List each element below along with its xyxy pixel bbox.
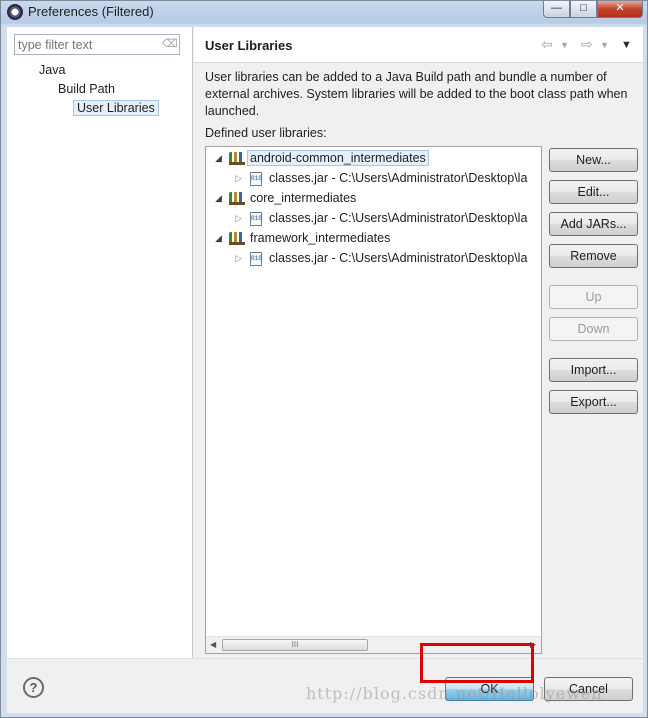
scroll-left-icon[interactable]: ◀	[210, 640, 216, 649]
eclipse-icon	[7, 4, 23, 20]
scroll-thumb[interactable]: III	[222, 639, 368, 651]
expand-triangle-icon[interactable]: ◢	[215, 193, 222, 204]
tree-item-user-libraries[interactable]: User Libraries	[73, 100, 159, 116]
dialog-client: ⌫ Java Build Path User Libraries User Li…	[7, 27, 643, 713]
page-header: User Libraries ⇦ ▼ ⇨ ▼ ▼	[194, 27, 643, 63]
library-icon	[229, 192, 245, 205]
jar-icon: 010	[250, 252, 262, 266]
collapsed-triangle-icon[interactable]: ▷	[235, 173, 242, 184]
jar-path[interactable]: classes.jar - C:\Users\Administrator\Des…	[269, 171, 527, 185]
maximize-button[interactable]: □	[570, 1, 597, 18]
window-title: Preferences (Filtered)	[28, 4, 154, 19]
user-libraries-tree[interactable]: ◢ android-common_intermediates ▷ 010 cla…	[205, 146, 542, 654]
forward-dropdown-icon[interactable]: ▼	[600, 40, 609, 50]
close-button[interactable]: ✕	[597, 1, 643, 18]
filter-box[interactable]: ⌫	[14, 34, 180, 55]
preferences-window: Preferences (Filtered) — □ ✕ ⌫ Java Buil…	[0, 0, 648, 718]
library-name[interactable]: android-common_intermediates	[247, 150, 429, 166]
jar-path[interactable]: classes.jar - C:\Users\Administrator\Des…	[269, 211, 527, 225]
library-row[interactable]: ◢ android-common_intermediates	[206, 149, 540, 169]
new-button[interactable]: New...	[549, 148, 638, 172]
add-jars-button[interactable]: Add JARs...	[549, 212, 638, 236]
view-menu-icon[interactable]: ▼	[621, 39, 632, 51]
jar-icon: 010	[250, 172, 262, 186]
back-dropdown-icon[interactable]: ▼	[560, 40, 569, 50]
page-description: User libraries can be added to a Java Bu…	[205, 70, 628, 118]
clear-filter-icon[interactable]: ⌫	[162, 37, 178, 52]
title-bar[interactable]: Preferences (Filtered) — □ ✕	[1, 1, 648, 23]
back-arrow-icon[interactable]: ⇦	[541, 36, 553, 53]
jar-row[interactable]: ▷ 010 classes.jar - C:\Users\Administrat…	[206, 169, 540, 189]
jar-row[interactable]: ▷ 010 classes.jar - C:\Users\Administrat…	[206, 209, 540, 229]
up-button[interactable]: Up	[549, 285, 638, 309]
library-icon	[229, 232, 245, 245]
down-button[interactable]: Down	[549, 317, 638, 341]
tree-item-java[interactable]: Java	[39, 63, 65, 77]
jar-icon: 010	[250, 212, 262, 226]
library-icon	[229, 152, 245, 165]
watermark: http://blog.csdn.net/Hellolyewen	[306, 684, 603, 703]
page-title: User Libraries	[205, 38, 293, 53]
preference-page: User Libraries ⇦ ▼ ⇨ ▼ ▼ User libraries …	[194, 27, 643, 658]
collapsed-triangle-icon[interactable]: ▷	[235, 213, 242, 224]
import-button[interactable]: Import...	[549, 358, 638, 382]
library-name[interactable]: framework_intermediates	[250, 231, 390, 245]
edit-button[interactable]: Edit...	[549, 180, 638, 204]
help-icon[interactable]: ?	[23, 677, 44, 698]
minimize-button[interactable]: —	[543, 1, 570, 18]
filter-input[interactable]	[18, 37, 160, 53]
collapsed-triangle-icon[interactable]: ▷	[235, 253, 242, 264]
remove-button[interactable]: Remove	[549, 244, 638, 268]
jar-row[interactable]: ▷ 010 classes.jar - C:\Users\Administrat…	[206, 249, 540, 269]
library-row[interactable]: ◢ framework_intermediates	[206, 229, 540, 249]
library-name[interactable]: core_intermediates	[250, 191, 356, 205]
jar-path[interactable]: classes.jar - C:\Users\Administrator\Des…	[269, 251, 527, 265]
ok-highlight-box	[420, 643, 534, 683]
expand-triangle-icon[interactable]: ◢	[215, 233, 222, 244]
expand-triangle-icon[interactable]: ◢	[215, 153, 222, 164]
export-button[interactable]: Export...	[549, 390, 638, 414]
defined-libraries-label: Defined user libraries:	[205, 126, 327, 140]
tree-item-build-path[interactable]: Build Path	[58, 82, 115, 96]
preference-tree-panel: ⌫ Java Build Path User Libraries	[7, 27, 193, 658]
library-row[interactable]: ◢ core_intermediates	[206, 189, 540, 209]
forward-arrow-icon[interactable]: ⇨	[581, 36, 593, 53]
